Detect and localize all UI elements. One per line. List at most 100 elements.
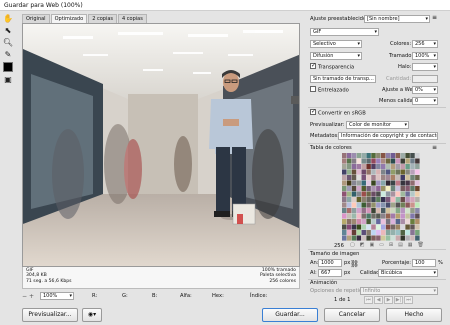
color-table-swatch[interactable] — [395, 197, 401, 203]
color-table-swatch[interactable] — [395, 180, 401, 186]
color-table-swatch[interactable] — [405, 197, 410, 203]
transparency-dither-select[interactable]: Sin tramado de transp... — [310, 75, 376, 83]
color-table-swatch[interactable] — [342, 164, 347, 170]
color-table-swatch[interactable] — [371, 224, 376, 230]
color-table-swatch[interactable] — [366, 186, 371, 192]
color-table-swatch[interactable] — [366, 208, 371, 214]
color-table-swatch[interactable] — [351, 230, 357, 236]
format-select[interactable]: GIF — [310, 28, 379, 36]
color-table-swatch[interactable] — [346, 191, 352, 197]
color-table-swatch[interactable] — [381, 230, 386, 236]
width-input[interactable]: 1000 — [318, 259, 342, 267]
color-table-swatch[interactable] — [385, 186, 391, 192]
color-table-swatch[interactable] — [366, 235, 371, 241]
color-table-swatch[interactable] — [361, 186, 366, 192]
zoom-select[interactable]: 100% — [40, 292, 74, 300]
color-table-swatch[interactable] — [405, 213, 410, 219]
color-table-swatch[interactable] — [390, 202, 396, 208]
color-table-swatch[interactable] — [346, 169, 352, 175]
color-table-swatch[interactable] — [381, 158, 386, 164]
color-table-swatch[interactable] — [410, 219, 415, 225]
color-table-swatch[interactable] — [342, 219, 347, 225]
color-table-swatch[interactable] — [400, 164, 405, 170]
color-table-swatch[interactable] — [356, 153, 362, 159]
color-table-swatch[interactable] — [361, 175, 366, 181]
color-table-swatch[interactable] — [400, 169, 405, 175]
interlaced-checkbox[interactable] — [310, 86, 316, 92]
colors-select[interactable]: 256 — [412, 40, 438, 48]
color-table-grid[interactable] — [342, 153, 420, 241]
color-table-swatch[interactable] — [381, 213, 386, 219]
color-table-swatch[interactable] — [415, 235, 420, 241]
color-table-swatch[interactable] — [351, 191, 357, 197]
color-table-swatch[interactable] — [405, 175, 410, 181]
color-table-swatch[interactable] — [351, 180, 357, 186]
color-table-swatch[interactable] — [371, 230, 376, 236]
preset-select[interactable]: [Sin nombre] — [364, 15, 430, 23]
zoom-in-icon[interactable]: + — [29, 293, 34, 300]
color-table-swatch[interactable] — [381, 235, 386, 241]
color-table-swatch[interactable] — [351, 186, 357, 192]
loop-options-select[interactable]: Infinito — [360, 287, 438, 295]
color-table-swatch[interactable] — [400, 208, 405, 214]
color-table-swatch[interactable] — [366, 191, 371, 197]
color-table-swatch[interactable] — [366, 224, 371, 230]
color-table-swatch[interactable] — [400, 175, 405, 181]
color-table-swatch[interactable] — [405, 219, 410, 225]
zoom-out-icon[interactable]: − — [22, 293, 27, 300]
color-table-swatch[interactable] — [390, 191, 396, 197]
first-frame-icon[interactable]: ⏮ — [364, 296, 373, 304]
color-table-swatch[interactable] — [346, 175, 352, 181]
color-table-swatch[interactable] — [385, 169, 391, 175]
color-table-swatch[interactable] — [405, 169, 410, 175]
color-table-swatch[interactable] — [400, 153, 405, 159]
color-table-swatch[interactable] — [410, 230, 415, 236]
color-table-swatch[interactable] — [351, 169, 357, 175]
color-table-swatch[interactable] — [381, 208, 386, 214]
color-table-swatch[interactable] — [400, 202, 405, 208]
color-table-swatch[interactable] — [400, 197, 405, 203]
preview-select[interactable]: Color de monitor — [346, 121, 409, 129]
color-table-swatch[interactable] — [405, 164, 410, 170]
color-table-swatch[interactable] — [371, 169, 376, 175]
height-input[interactable]: 667 — [318, 269, 342, 277]
color-table-swatch[interactable] — [395, 202, 401, 208]
color-table-swatch[interactable] — [390, 213, 396, 219]
color-table-swatch[interactable] — [361, 197, 366, 203]
web-snap-select[interactable]: 0% — [412, 86, 438, 94]
color-table-swatch[interactable] — [415, 230, 420, 236]
hand-tool-icon[interactable]: ✋ — [2, 13, 14, 24]
color-table-swatch[interactable] — [346, 213, 352, 219]
color-table-swatch[interactable] — [385, 158, 391, 164]
color-table-swatch[interactable] — [415, 219, 420, 225]
color-table-swatch[interactable] — [361, 230, 366, 236]
color-table-swatch[interactable] — [361, 202, 366, 208]
color-table-swatch[interactable] — [371, 219, 376, 225]
color-table-swatch[interactable] — [410, 175, 415, 181]
color-table-swatch[interactable] — [405, 208, 410, 214]
color-table-swatch[interactable] — [342, 197, 347, 203]
color-table-swatch[interactable] — [356, 180, 362, 186]
color-table-swatch[interactable] — [342, 213, 347, 219]
color-table-swatch[interactable] — [395, 186, 401, 192]
color-table-swatch[interactable] — [342, 175, 347, 181]
color-table-swatch[interactable] — [342, 191, 347, 197]
color-table-swatch[interactable] — [371, 186, 376, 192]
color-table-swatch[interactable] — [342, 224, 347, 230]
color-table-swatch[interactable] — [371, 175, 376, 181]
color-table-swatch[interactable] — [346, 230, 352, 236]
tab-original[interactable]: Original — [22, 14, 50, 23]
lossy-select[interactable]: 0 — [412, 97, 438, 105]
color-table-swatch[interactable] — [342, 169, 347, 175]
convert-srgb-row[interactable]: Convertir en sRGB — [310, 108, 366, 117]
eyedropper-color-swatch[interactable] — [3, 62, 13, 72]
color-table-swatch[interactable] — [356, 191, 362, 197]
color-table-swatch[interactable] — [390, 235, 396, 241]
color-table-swatch[interactable] — [395, 175, 401, 181]
color-table-swatch[interactable] — [385, 235, 391, 241]
color-table-swatch[interactable] — [415, 169, 420, 175]
toggle-slices-icon[interactable]: ▣ — [2, 74, 14, 85]
dither-amount-select[interactable]: 100% — [412, 52, 438, 60]
color-table-swatch[interactable] — [390, 169, 396, 175]
color-table-swatch[interactable] — [390, 186, 396, 192]
